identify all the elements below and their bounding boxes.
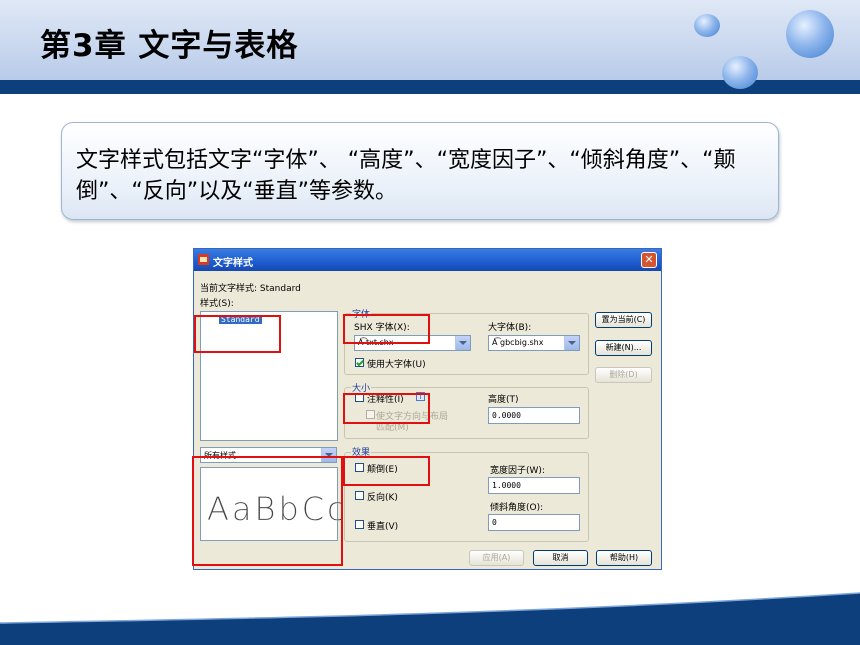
highlight-styles-list bbox=[194, 315, 281, 353]
current-style-label: 当前文字样式: Standard bbox=[200, 284, 301, 294]
callout-text: 文字样式包括文字“字体”、 “高度”、“宽度因子”、“倾斜角度”、“颠倒”、“反… bbox=[76, 148, 736, 204]
height-label: 高度(T) bbox=[488, 395, 519, 405]
footer-wave bbox=[0, 592, 860, 645]
vertical-checkbox[interactable] bbox=[355, 520, 364, 529]
width-factor-input[interactable]: 1.0000 bbox=[488, 477, 580, 494]
oblique-angle-input[interactable]: 0 bbox=[488, 514, 580, 531]
vertical-label: 垂直(V) bbox=[367, 522, 399, 532]
chevron-down-icon[interactable] bbox=[455, 336, 470, 350]
slide-title: 第3章 文字与表格 bbox=[40, 28, 299, 64]
callout-box: 文字样式包括文字“字体”、 “高度”、“宽度因子”、“倾斜角度”、“颠倒”、“反… bbox=[61, 122, 779, 220]
apply-button[interactable]: 应用(A) bbox=[469, 550, 524, 566]
use-big-font-checkbox[interactable] bbox=[355, 358, 364, 367]
big-font-text: gbcbig.shx bbox=[500, 338, 544, 347]
height-input[interactable]: 0.0000 bbox=[488, 407, 580, 424]
width-factor-value: 1.0000 bbox=[492, 481, 521, 490]
height-value: 0.0000 bbox=[492, 411, 521, 420]
decor-bubble-small bbox=[694, 14, 720, 37]
highlight-annotative bbox=[343, 393, 430, 424]
decor-bubble-medium bbox=[722, 56, 758, 89]
big-font-select[interactable]: A͡ gbcbig.shx bbox=[488, 335, 580, 351]
close-button[interactable]: ✕ bbox=[641, 252, 657, 268]
big-font-label: 大字体(B): bbox=[488, 323, 532, 333]
app-icon bbox=[198, 254, 209, 265]
set-current-button[interactable]: 置为当前(C) bbox=[595, 312, 652, 328]
highlight-upside-down bbox=[343, 456, 430, 486]
delete-button[interactable]: 删除(D) bbox=[595, 367, 652, 383]
backwards-label: 反向(K) bbox=[367, 493, 398, 503]
width-factor-label: 宽度因子(W): bbox=[490, 466, 545, 476]
backwards-checkbox[interactable] bbox=[355, 491, 364, 500]
big-font-value: A͡ gbcbig.shx bbox=[492, 338, 543, 347]
styles-label: 样式(S): bbox=[200, 299, 234, 309]
use-big-font-label: 使用大字体(U) bbox=[367, 360, 426, 370]
decor-bubble-large bbox=[786, 10, 834, 58]
help-button[interactable]: 帮助(H) bbox=[596, 550, 652, 566]
font-glyph-icon: A͡ bbox=[492, 338, 501, 347]
new-button[interactable]: 新建(N)... bbox=[595, 340, 652, 356]
dialog-title: 文字样式 bbox=[213, 258, 253, 269]
oblique-angle-label: 倾斜角度(O): bbox=[490, 503, 544, 513]
oblique-angle-value: 0 bbox=[492, 518, 497, 527]
highlight-preview bbox=[192, 456, 343, 566]
highlight-shx-font bbox=[343, 314, 430, 344]
chevron-down-icon[interactable] bbox=[564, 336, 579, 350]
dialog-titlebar[interactable]: 文字样式 ✕ bbox=[194, 249, 661, 271]
cancel-button[interactable]: 取消 bbox=[533, 550, 588, 566]
